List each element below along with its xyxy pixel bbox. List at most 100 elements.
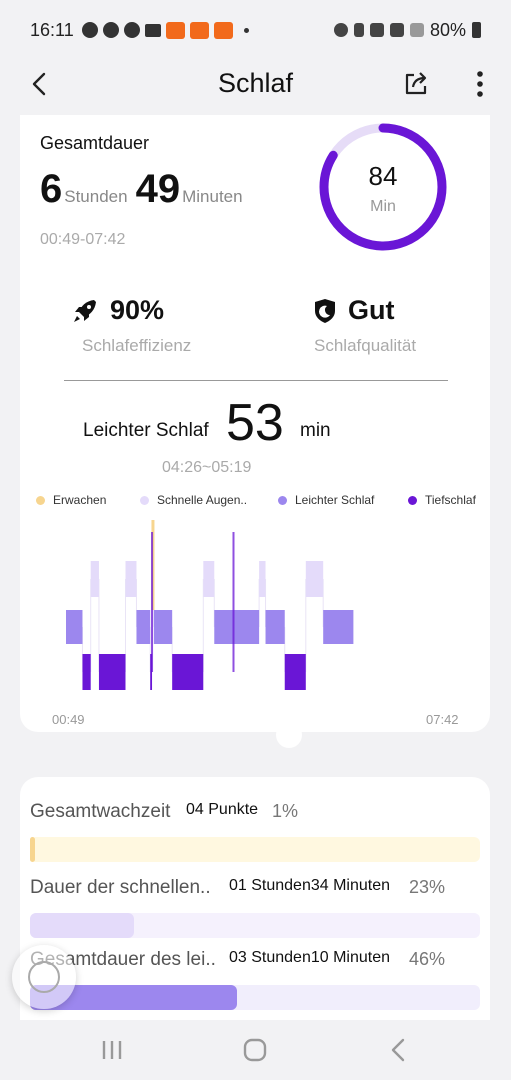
chart-start-time: 00:49 <box>52 712 85 727</box>
temu-icon <box>165 21 185 39</box>
battery-text: 80% <box>429 19 466 40</box>
quality-value: Gut <box>348 295 395 325</box>
app-bar: Schlaf <box>0 60 511 110</box>
legend-label-rem: Schnelle Augen.. <box>157 493 248 507</box>
legend-dot-awake <box>36 495 45 505</box>
total-duration: 6 Stunden 49 Minuten <box>40 167 251 212</box>
stage-segment-light[interactable] <box>136 610 151 644</box>
legend-label-deep: Tiefschlaf <box>425 493 476 507</box>
stage-segment-light[interactable] <box>323 610 354 644</box>
legend-dot-light <box>278 495 287 505</box>
legend-item-deep: Tiefschlaf <box>408 493 476 507</box>
efficiency-value: 90% <box>110 295 165 325</box>
efficiency-label: Schlafeffizienz <box>82 336 192 355</box>
total-duration-label: Gesamtdauer <box>40 133 150 153</box>
efficiency-stat: 90% Schlafeffizienz <box>72 295 191 356</box>
status-bar: 16:11 80% <box>0 0 511 60</box>
sleep-summary-card: Gesamtdauer 6 Stunden 49 Minuten 00:49-0… <box>20 115 490 732</box>
breakdown-name: Dauer der schnellen.. <box>30 877 211 898</box>
stage-segment-light[interactable] <box>153 610 173 644</box>
system-icons: 80% <box>333 19 481 41</box>
chart-legend: Erwachen Schnelle Augen.. Leichter Schla… <box>20 493 490 509</box>
legend-item-rem: Schnelle Augen.. <box>140 493 247 507</box>
recents-button[interactable] <box>92 1034 132 1066</box>
breakdown-value: 03 Stunden10 Minuten <box>229 949 391 966</box>
chart-end-time: 07:42 <box>426 712 459 727</box>
breakdown-percent: 23% <box>409 877 446 897</box>
recents-icon <box>102 1041 122 1059</box>
back-arrow-icon <box>32 72 46 96</box>
stage-segment-rem[interactable] <box>125 561 137 597</box>
home-button[interactable] <box>235 1034 275 1066</box>
nav-back-icon <box>391 1038 405 1062</box>
breakdown-value: 01 Stunden34 Minuten <box>229 877 391 894</box>
sleep-score-unit: Min <box>370 198 396 215</box>
card-expand-handle[interactable] <box>276 722 302 748</box>
assistive-touch-button[interactable] <box>12 945 76 1009</box>
stage-segment-light[interactable] <box>66 610 83 644</box>
rocket-icon <box>74 299 96 322</box>
selected-stage-unit: min <box>300 420 331 441</box>
selected-stage-range: 04:26~05:19 <box>162 459 252 476</box>
dnd-icon <box>81 22 98 38</box>
stage-segment-deep[interactable] <box>98 654 126 690</box>
legend-dot-deep <box>408 495 417 505</box>
breakdown-percent: 46% <box>409 949 446 969</box>
signal-icon <box>409 23 424 37</box>
legend-label-awake: Erwachen <box>53 493 107 507</box>
legend-item-awake: Erwachen <box>36 493 106 507</box>
nav-back-button[interactable] <box>378 1034 418 1066</box>
back-button[interactable] <box>22 66 58 102</box>
breakdown-row-awake: Gesamtwachzeit 04 Punkte 1% <box>30 799 480 862</box>
sleep-score-value: 84 <box>368 161 398 191</box>
dot-icon <box>243 27 249 33</box>
status-time: 16:11 <box>30 19 74 40</box>
more-vertical-icon <box>477 71 483 97</box>
stage-spike-deep <box>232 532 235 672</box>
breakdown-bar-track <box>30 913 480 938</box>
alarm-icon <box>333 23 348 37</box>
stage-segment-deep[interactable] <box>82 654 91 690</box>
page-title: Schlaf <box>217 68 294 98</box>
stage-segment-deep[interactable] <box>172 654 204 690</box>
duration-minutes-unit: Minuten <box>182 187 243 206</box>
breakdown-name: Gesamtwachzeit <box>30 801 171 822</box>
legend-label-light: Leichter Schlaf <box>295 493 375 507</box>
stage-segment-rem[interactable] <box>305 561 324 597</box>
stage-breakdown-card: Gesamtwachzeit 04 Punkte 1% Dauer der sc… <box>20 777 490 1027</box>
stage-segment-rem[interactable] <box>90 561 99 597</box>
stage-segment-rem[interactable] <box>259 561 266 597</box>
more-options-button[interactable] <box>462 66 498 102</box>
breakdown-bar-fill <box>30 913 134 938</box>
duration-hours-unit: Stunden <box>64 187 128 206</box>
stage-segment-deep[interactable] <box>284 654 306 690</box>
breakdown-bar-fill <box>30 837 35 862</box>
breakdown-row-light: Gesamtdauer des lei.. 03 Stunden10 Minut… <box>30 947 480 1010</box>
temu-icon <box>189 21 209 39</box>
stage-segment-light[interactable] <box>214 610 260 644</box>
breakdown-bar-track <box>30 837 480 862</box>
home-icon <box>243 1038 267 1062</box>
bluetooth-icon <box>353 23 364 37</box>
wifi-call-icon <box>389 23 404 37</box>
facebook-icon <box>102 22 119 38</box>
duration-minutes: 49 <box>135 167 181 211</box>
stage-segment-light[interactable] <box>265 610 285 644</box>
stage-spike-deep <box>151 532 154 672</box>
quality-stat: Gut Schlafqualität <box>314 295 416 356</box>
sleep-stage-chart[interactable] <box>20 520 490 710</box>
battery-icon <box>472 22 481 38</box>
system-nav-bar <box>0 1020 511 1080</box>
share-button[interactable] <box>398 66 434 102</box>
breakdown-value: 04 Punkte <box>186 801 259 818</box>
selected-stage-minutes: 53 <box>226 394 284 452</box>
temu-icon <box>213 21 233 39</box>
selected-stage-label: Leichter Schlaf <box>83 420 209 441</box>
breakdown-row-rem: Dauer der schnellen.. 01 Stunden34 Minut… <box>30 875 480 938</box>
shield-moon-icon <box>315 298 335 323</box>
notification-icons <box>81 21 255 39</box>
stage-segment-rem[interactable] <box>203 561 215 597</box>
assistive-touch-icon <box>28 961 60 993</box>
sleep-time-range: 00:49-07:42 <box>40 231 126 248</box>
mail-icon <box>144 23 161 37</box>
